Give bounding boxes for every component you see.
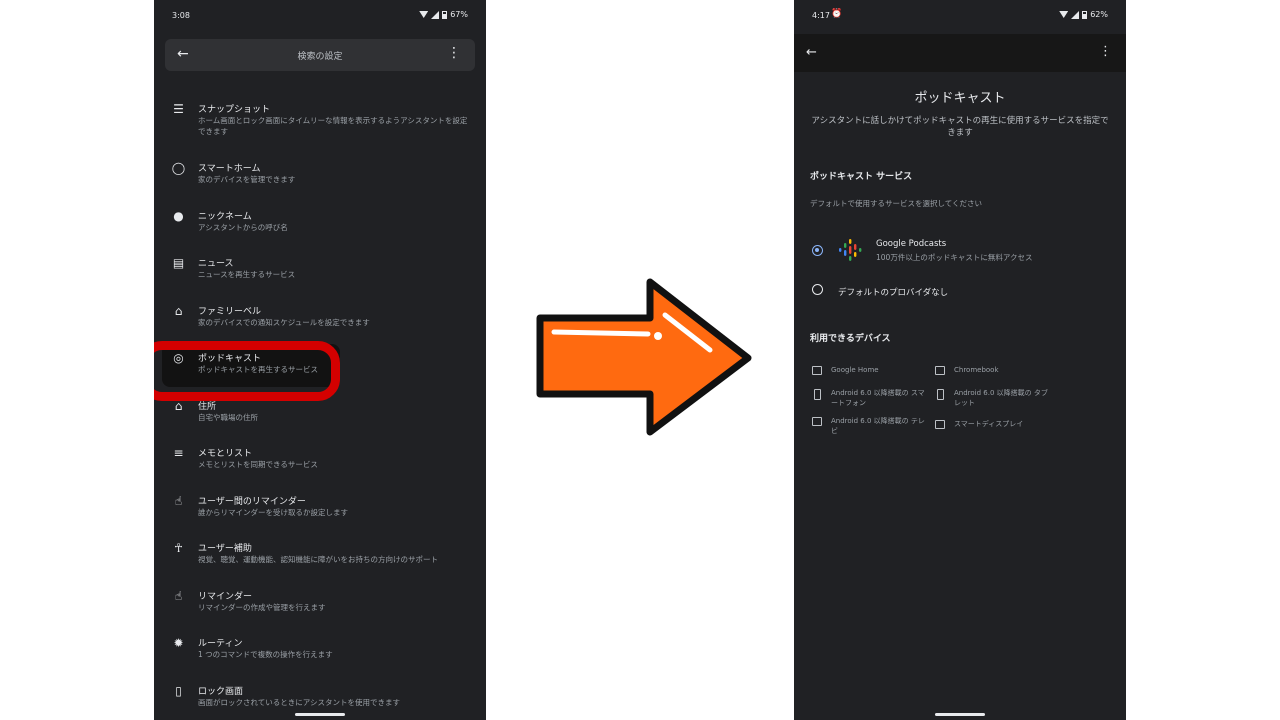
item-title: ユーザー補助 (198, 544, 252, 554)
page-description: アシスタントに話しかけてポッドキャストの再生に使用するサービスを指定できます (811, 116, 1109, 138)
item-title: スナップショット (198, 105, 271, 115)
device-label: スマートディスプレイ (954, 420, 1024, 428)
device-smart-display: スマートディスプレイ (935, 419, 1055, 431)
item-title: ルーティン (198, 639, 243, 649)
person-icon: ● (173, 209, 184, 223)
item-subtitle: ホーム画面とロック画面にタイムリーな情報を表示するようアシスタントを設定できます (198, 116, 468, 136)
signal-icon (1071, 10, 1080, 19)
settings-item-snapshot[interactable]: ☰ スナップショット ホーム画面とロック画面にタイムリーな情報を表示するようアシ… (154, 94, 486, 141)
tv-icon (812, 417, 822, 426)
status-time: 4:17 (812, 11, 830, 20)
item-subtitle: 家のデバイスを管理できます (198, 175, 296, 184)
more-vert-icon[interactable]: ⋮ (1099, 44, 1112, 59)
accessibility-icon: ☥ (174, 541, 183, 555)
settings-screen: 3:08 67% ← 検索の設定 ⋮ ☰ スナップショット ホーム画面とロック画… (154, 0, 486, 720)
device-label: Android 6.0 以降搭載の タブレット (954, 389, 1048, 407)
battery-level: 67% (450, 10, 468, 19)
alarm-icon: ⏰ (831, 9, 843, 19)
item-title: ファミリーベル (198, 307, 262, 317)
google-podcasts-logo-icon (839, 239, 862, 261)
settings-item-news[interactable]: ▤ ニュース ニュースを再生するサービス (154, 248, 486, 295)
right-arrow-icon (536, 278, 752, 436)
status-bar: 4:17 ⏰ 62% (794, 0, 1126, 32)
device-smartphone: Android 6.0 以降搭載の スマートフォン (812, 388, 925, 410)
highlight-frame (154, 341, 340, 401)
settings-item-nickname[interactable]: ● ニックネーム アシスタントからの呼び名 (154, 201, 486, 248)
service-section-title: ポッドキャスト サービス (810, 172, 913, 182)
app-bar: ← ⋮ (794, 34, 1126, 72)
service-hint: デフォルトで使用するサービスを選択してください (810, 199, 983, 208)
settings-item-accessibility[interactable]: ☥ ユーザー補助 視覚、聴覚、運動機能、認知機能に障がいをお持ちの方向けのサポー… (154, 533, 486, 580)
item-subtitle: 自宅や職場の住所 (198, 413, 258, 422)
item-subtitle: 家のデバイスでの通知スケジュールを設定できます (198, 318, 370, 327)
item-subtitle: 誰からリマインダーを受け取るか設定します (198, 508, 348, 517)
option-google-podcasts-subtitle: 100万件以上のポッドキャストに無料アクセス (876, 253, 1033, 262)
signal-icon (431, 10, 440, 19)
page-title: 検索の設定 (297, 52, 343, 62)
status-bar: 3:08 67% (154, 0, 486, 32)
lock-screen-icon: ▯ (175, 684, 182, 698)
settings-item-family-bell[interactable]: ⌂ ファミリーベル 家のデバイスでの通知スケジュールを設定できます (154, 296, 486, 343)
wifi-icon (1059, 11, 1069, 18)
settings-item-smart-home[interactable]: ◯ スマートホーム 家のデバイスを管理できます (154, 153, 486, 200)
routine-icon: ✹ (173, 636, 184, 650)
devices-section-title: 利用できるデバイス (810, 334, 891, 344)
podcast-settings-screen: 4:17 ⏰ 62% ← ⋮ ポッドキャスト アシスタントに話しかけてポッドキャ… (794, 0, 1126, 720)
settings-item-notes-lists[interactable]: ≡ メモとリスト メモとリストを同期できるサービス (154, 438, 486, 485)
list-icon: ≡ (173, 446, 184, 460)
item-title: ユーザー間のリマインダー (198, 497, 306, 507)
item-title: ロック画面 (198, 687, 244, 697)
radio-no-default-provider[interactable] (812, 284, 823, 295)
item-title: リマインダー (198, 592, 253, 602)
item-subtitle: 視覚、聴覚、運動機能、認知機能に障がいをお持ちの方向けのサポート (198, 555, 438, 564)
lightbulb-icon: ◯ (171, 161, 186, 175)
device-label: Android 6.0 以降搭載の スマートフォン (831, 389, 925, 407)
item-title: スマートホーム (198, 164, 261, 174)
arrow-back-icon[interactable]: ← (806, 45, 817, 60)
item-title: メモとリスト (198, 449, 253, 459)
battery-icon (442, 10, 448, 19)
device-google-home: Google Home (812, 365, 922, 377)
more-vert-icon[interactable]: ⋮ (447, 46, 461, 60)
status-time: 3:08 (172, 11, 190, 20)
tablet-icon (937, 389, 944, 400)
device-chromebook: Chromebook (935, 365, 1055, 377)
device-label: Android 6.0 以降搭載の テレビ (831, 417, 925, 435)
page-title: ポッドキャスト (914, 91, 1006, 106)
gesture-bar (935, 713, 985, 716)
item-title: ニュース (198, 259, 234, 269)
snapshot-icon: ☰ (173, 102, 184, 116)
device-label: Chromebook (954, 366, 999, 374)
item-subtitle: メモとリストを同期できるサービス (198, 460, 318, 469)
item-subtitle: 画面がロックされているときにアシスタントを使用できます (198, 698, 400, 707)
item-subtitle: アシスタントからの呼び名 (198, 223, 288, 232)
gesture-bar (295, 713, 345, 716)
device-tv: Android 6.0 以降搭載の テレビ (812, 416, 925, 438)
item-subtitle: ニュースを再生するサービス (198, 270, 296, 279)
news-icon: ▤ (172, 256, 185, 270)
item-subtitle: 1 つのコマンドで複数の操作を行えます (198, 650, 333, 659)
wifi-icon (419, 11, 429, 18)
radio-google-podcasts[interactable] (812, 245, 823, 256)
smartphone-icon (814, 389, 821, 400)
settings-item-assignable-reminders[interactable]: ☝ ユーザー間のリマインダー 誰からリマインダーを受け取るか設定します (154, 486, 486, 533)
smart-display-icon (935, 420, 945, 429)
device-tablet: Android 6.0 以降搭載の タブレット (935, 388, 1055, 410)
device-label: Google Home (831, 366, 879, 374)
option-google-podcasts-name[interactable]: Google Podcasts (876, 239, 946, 249)
search-settings-header: ← 検索の設定 ⋮ (165, 39, 475, 71)
option-no-default-provider[interactable]: デフォルトのプロバイダなし (838, 286, 948, 298)
item-title: ニックネーム (198, 212, 252, 222)
item-subtitle: リマインダーの作成や管理を行えます (198, 603, 326, 612)
family-bell-icon: ⌂ (174, 304, 183, 318)
battery-level: 62% (1090, 10, 1108, 19)
home-icon: ⌂ (174, 399, 183, 413)
speaker-icon (812, 366, 822, 375)
touch-icon: ☝ (174, 589, 183, 603)
settings-item-routines[interactable]: ✹ ルーティン 1 つのコマンドで複数の操作を行えます (154, 628, 486, 675)
settings-item-reminders[interactable]: ☝ リマインダー リマインダーの作成や管理を行えます (154, 581, 486, 628)
touch-icon: ☝ (174, 494, 183, 508)
battery-icon (1082, 10, 1088, 19)
laptop-icon (935, 366, 945, 375)
